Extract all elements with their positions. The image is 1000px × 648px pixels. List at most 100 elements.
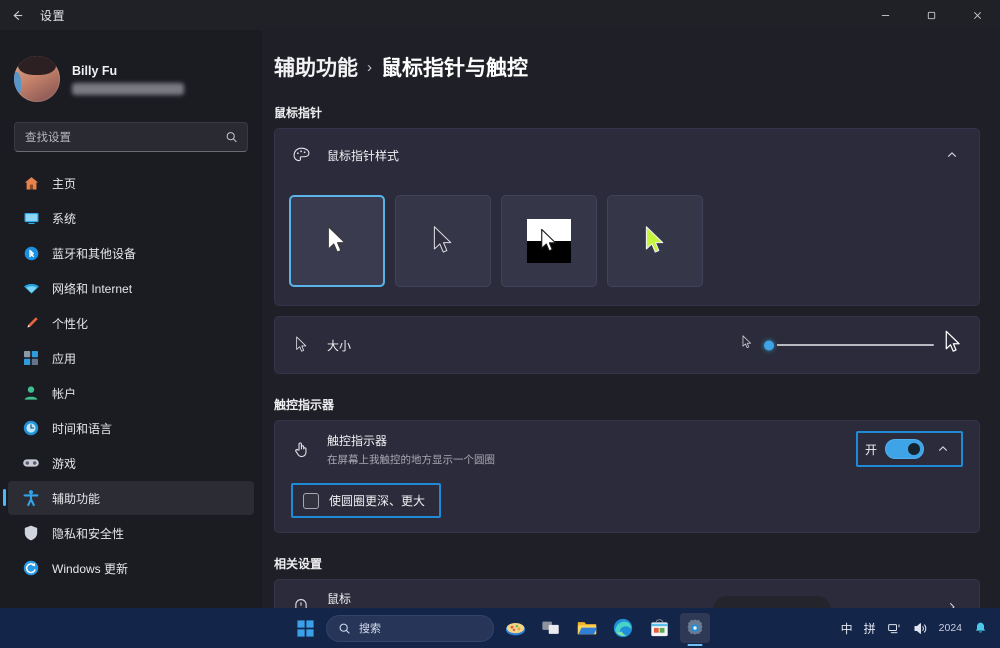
bigger-darker-circle-highlight: 使圆圈更深、更大: [291, 483, 441, 518]
avatar: [14, 56, 60, 102]
cursor-custom-color-icon: [642, 225, 668, 257]
sidebar-label: 个性化: [52, 315, 88, 332]
slider-thumb[interactable]: [760, 337, 777, 354]
profile-email-masked: [72, 83, 184, 95]
related-mouse-title: 鼠标: [327, 590, 941, 607]
chevron-up-icon[interactable]: [932, 438, 954, 460]
network-tray-icon[interactable]: [887, 621, 902, 636]
profile-name: Billy Fu: [72, 64, 184, 78]
sidebar-item-windows-update[interactable]: Windows 更新: [8, 551, 254, 585]
search-placeholder: 查找设置: [25, 129, 71, 145]
touch-indicator-expanded: 使圆圈更深、更大: [275, 477, 979, 532]
pointer-size-slider[interactable]: [762, 336, 934, 354]
chevron-up-icon[interactable]: [941, 144, 963, 166]
network-icon: [22, 279, 40, 297]
pointer-size-label: 大小: [327, 337, 741, 354]
search-icon: [338, 622, 351, 635]
sidebar-label: 时间和语言: [52, 420, 112, 437]
settings-icon[interactable]: [680, 613, 710, 643]
bell-icon[interactable]: [973, 621, 988, 636]
related-mouse-row[interactable]: 鼠标 鼠标指针速度、主要按钮、滚动: [275, 580, 979, 608]
maximize-button[interactable]: [908, 0, 954, 30]
sidebar-item-gaming[interactable]: 游戏: [8, 446, 254, 480]
home-icon: [22, 174, 40, 192]
breadcrumb-parent[interactable]: 辅助功能: [274, 52, 358, 82]
bigger-darker-circle-label: 使圆圈更深、更大: [329, 492, 425, 509]
accessibility-icon: [22, 489, 40, 507]
privacy-security-icon: [22, 524, 40, 542]
pointer-size-row: 大小: [275, 317, 979, 373]
sidebar-item-apps[interactable]: 应用: [8, 341, 254, 375]
sidebar-item-privacy-security[interactable]: 隐私和安全性: [8, 516, 254, 550]
gaming-icon: [22, 454, 40, 472]
clock-year[interactable]: 2024: [939, 622, 962, 634]
sidebar-label: 蓝牙和其他设备: [52, 245, 136, 262]
palette-icon: [291, 145, 311, 165]
chevron-right-icon[interactable]: [941, 596, 963, 608]
bigger-darker-circle-checkbox[interactable]: [303, 493, 319, 509]
pointer-option-custom[interactable]: [607, 195, 703, 287]
breadcrumb-separator-icon: ›: [367, 59, 372, 76]
slider-min-cursor-icon: [741, 335, 753, 355]
related-section-title: 相关设置: [262, 533, 1000, 579]
pointer-style-card: 鼠标指针样式: [274, 128, 980, 306]
sidebar-item-system[interactable]: 系统: [8, 201, 254, 235]
sidebar-label: 主页: [52, 175, 76, 192]
ime-pinyin-indicator[interactable]: 拼: [864, 620, 876, 637]
breadcrumb-current: 鼠标指针与触控: [381, 52, 528, 82]
minimize-button[interactable]: [862, 0, 908, 30]
window-title: 设置: [40, 7, 65, 24]
sidebar-item-accounts[interactable]: 帐户: [8, 376, 254, 410]
back-button[interactable]: [0, 0, 34, 30]
pointer-style-label: 鼠标指针样式: [327, 147, 941, 164]
system-tray: 中 拼 2024: [841, 608, 992, 648]
ime-mode-indicator[interactable]: 中: [841, 620, 853, 637]
mouse-icon: [291, 597, 311, 608]
task-view-icon[interactable]: [536, 613, 566, 643]
file-explorer-icon[interactable]: [572, 613, 602, 643]
pointer-option-inverted[interactable]: [501, 195, 597, 287]
sidebar-nav: 主页 系统 蓝牙和: [0, 166, 262, 585]
slider-max-cursor-icon: [943, 330, 963, 360]
sidebar-item-home[interactable]: 主页: [8, 166, 254, 200]
cursor-white-icon: [324, 225, 350, 257]
pointer-size-card: 大小: [274, 316, 980, 374]
sidebar-item-time-language[interactable]: 时间和语言: [8, 411, 254, 445]
slider-track: [762, 344, 934, 347]
search-icon: [225, 131, 238, 144]
microsoft-store-icon[interactable]: [644, 613, 674, 643]
touch-indicator-row[interactable]: 触控指示器 在屏幕上我触控的地方显示一个圆圈 开: [275, 421, 979, 477]
sidebar-item-personalization[interactable]: 个性化: [8, 306, 254, 340]
pointer-section-title: 鼠标指针: [262, 82, 1000, 128]
sidebar-item-accessibility[interactable]: 辅助功能: [8, 481, 254, 515]
widgets-icon[interactable]: [500, 613, 530, 643]
touch-indicator-subtitle: 在屏幕上我触控的地方显示一个圆圈: [327, 452, 856, 467]
touch-indicator-toggle[interactable]: [885, 439, 924, 459]
personalization-icon: [22, 314, 40, 332]
taskbar-search[interactable]: 搜索: [326, 615, 494, 642]
sidebar-label: 网络和 Internet: [52, 280, 132, 297]
volume-icon[interactable]: [913, 621, 928, 636]
sidebar-label: 帐户: [52, 385, 76, 402]
related-mouse-card[interactable]: 鼠标 鼠标指针速度、主要按钮、滚动: [274, 579, 980, 608]
sidebar-item-bluetooth[interactable]: 蓝牙和其他设备: [8, 236, 254, 270]
pointer-option-white[interactable]: [289, 195, 385, 287]
title-bar: 设置: [0, 0, 1000, 30]
touch-indicator-toggle-highlight: 开: [856, 431, 963, 467]
start-button[interactable]: [290, 613, 320, 643]
pointer-style-header[interactable]: 鼠标指针样式: [275, 129, 979, 181]
edge-icon[interactable]: [608, 613, 638, 643]
touch-section-title: 触控指示器: [262, 374, 1000, 420]
toggle-state-label: 开: [865, 441, 877, 458]
close-button[interactable]: [954, 0, 1000, 30]
sidebar-label: 系统: [52, 210, 76, 227]
sidebar-label: 隐私和安全性: [52, 525, 124, 542]
apps-icon: [22, 349, 40, 367]
settings-window: 设置 Billy Fu 查找设置: [0, 0, 1000, 648]
search-input[interactable]: 查找设置: [14, 122, 248, 152]
touch-indicator-icon: [291, 439, 311, 459]
cursor-small-icon: [291, 335, 311, 355]
user-profile[interactable]: Billy Fu: [0, 44, 262, 106]
sidebar-item-network[interactable]: 网络和 Internet: [8, 271, 254, 305]
pointer-option-black[interactable]: [395, 195, 491, 287]
